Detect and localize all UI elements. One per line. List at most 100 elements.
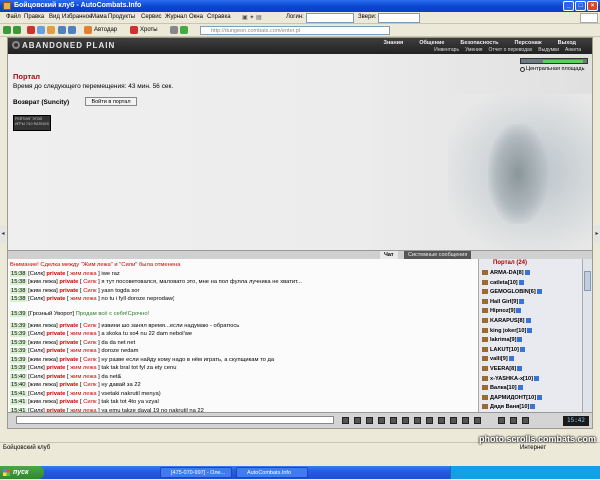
back-icon[interactable] xyxy=(3,26,11,34)
online-user[interactable]: valli[9] xyxy=(482,355,514,363)
task-browser[interactable]: AutoCombats.Info xyxy=(236,467,308,478)
user-name[interactable]: Hipnoz[9] xyxy=(490,308,515,314)
stop-icon[interactable] xyxy=(27,26,35,34)
user-name[interactable]: VEERA[8] xyxy=(490,366,516,372)
info-icon[interactable] xyxy=(516,308,522,314)
info-icon[interactable] xyxy=(527,327,533,333)
menu-edit[interactable]: Правка xyxy=(24,14,44,20)
nav-communication[interactable]: Общение xyxy=(411,39,452,47)
chat-time[interactable]: 15:39 xyxy=(10,356,27,363)
info-icon[interactable] xyxy=(534,375,540,381)
subnav-findings[interactable]: Выдумки xyxy=(535,47,562,53)
menu-products[interactable]: Продукты xyxy=(108,14,135,20)
menu-service[interactable]: Сервис xyxy=(141,14,162,20)
info-icon[interactable] xyxy=(517,385,523,391)
minimize-button[interactable]: _ xyxy=(563,1,574,11)
chat-sender[interactable]: [Силк] xyxy=(28,348,45,354)
print-icon[interactable] xyxy=(58,26,66,34)
chat-recipient[interactable]: Силк xyxy=(83,279,96,285)
chat-time[interactable]: 15:39 xyxy=(10,339,27,346)
online-user[interactable]: KARAPUS[8] xyxy=(482,317,531,325)
chat-time[interactable]: 15:40 xyxy=(10,382,27,388)
bookmarks-button[interactable]: Хроты xyxy=(140,27,158,33)
menu-file[interactable]: Файл xyxy=(6,14,21,20)
subnav-skills[interactable]: Умения xyxy=(462,47,485,53)
forward-icon[interactable] xyxy=(13,26,21,34)
enter-portal-button[interactable]: Войти в портал xyxy=(85,97,137,106)
chat-time[interactable]: 15:39 xyxy=(10,365,27,371)
online-user[interactable]: ARMA-DA[8] xyxy=(482,269,530,277)
chat-sender[interactable]: [Силк] xyxy=(28,271,45,277)
info-icon[interactable] xyxy=(517,337,523,343)
menu-mama[interactable]: Мама xyxy=(91,14,107,20)
online-user[interactable]: Дядя Ваня[10] xyxy=(482,403,536,411)
autofill-icon[interactable] xyxy=(84,26,92,34)
online-sort-icon[interactable] xyxy=(510,417,517,424)
task-icq[interactable]: [475-070-997] - Оле... xyxy=(160,467,232,478)
info-icon[interactable] xyxy=(519,298,525,304)
online-user[interactable]: catleta[10] xyxy=(482,279,524,287)
smile-icon[interactable] xyxy=(366,417,373,424)
nav-character[interactable]: Персонаж xyxy=(507,39,550,47)
info-icon[interactable] xyxy=(524,270,530,276)
clan-icon[interactable] xyxy=(438,417,445,424)
maximize-button[interactable]: □ xyxy=(575,1,586,11)
chat-recipient[interactable]: Силк xyxy=(83,399,96,405)
info-icon[interactable] xyxy=(508,356,514,362)
clear-icon[interactable] xyxy=(354,417,361,424)
chat-sender[interactable]: [жим лежа] xyxy=(28,357,58,363)
info-icon[interactable] xyxy=(537,394,543,400)
nav-exit[interactable]: Выход xyxy=(550,39,584,47)
chat-recipient[interactable]: жим лежа xyxy=(70,331,96,337)
user-name[interactable]: ДАРМИДОНТ[10] xyxy=(490,395,536,401)
chat-recipient[interactable]: Силк xyxy=(83,288,96,294)
translit-icon[interactable] xyxy=(414,417,421,424)
address-bar[interactable]: http://dungeon.combats.com/enter.pl xyxy=(200,26,390,35)
subnav-transfers[interactable]: Отчет о переводах xyxy=(486,47,536,53)
info-icon[interactable] xyxy=(519,346,525,352)
chat-recipient[interactable]: жим лежа xyxy=(70,271,96,277)
rating-badge[interactable]: РЕЙТИНГ ЭТОЙ ИГРЫ 7/10 RATINGS xyxy=(13,115,51,131)
location-link[interactable]: Центральная площадь xyxy=(526,66,584,72)
home-icon[interactable] xyxy=(47,26,55,34)
chat-time[interactable]: 15:38 xyxy=(10,287,27,294)
autodar-button[interactable]: Автодар xyxy=(94,27,117,33)
subnav-profile[interactable]: Анкета xyxy=(562,47,584,53)
chat-recipient[interactable]: жим лежа xyxy=(70,374,96,380)
online-filter-icon[interactable] xyxy=(522,417,529,424)
user-name[interactable]: catleta[10] xyxy=(490,280,518,286)
chat-recipient[interactable]: жим лежа xyxy=(70,296,96,302)
collapse-right-icon[interactable]: ▸ xyxy=(594,225,600,243)
friends-icon[interactable] xyxy=(474,417,481,424)
chat-sender[interactable]: [Силк] xyxy=(28,331,45,337)
chat-time[interactable]: 15:38 xyxy=(10,279,27,285)
collapse-left-icon[interactable]: ◂ xyxy=(0,225,6,243)
refresh-chat-icon[interactable] xyxy=(426,417,433,424)
filter-icon[interactable] xyxy=(378,417,385,424)
chat-time[interactable]: 15:41 xyxy=(10,399,27,405)
chat-sender[interactable]: [Силк] xyxy=(28,296,45,302)
chat-sender[interactable]: [жим лежа] xyxy=(28,382,58,388)
chat-recipient[interactable]: Силк xyxy=(83,357,96,363)
chat-sender[interactable]: [Силк] xyxy=(28,374,45,380)
user-name[interactable]: lakrima[9] xyxy=(490,337,516,343)
menu-help[interactable]: Справка xyxy=(207,14,231,20)
chat-time[interactable]: 15:39 xyxy=(10,310,27,317)
minimap-bar[interactable] xyxy=(520,58,588,64)
user-name[interactable]: Hall Girl[9] xyxy=(490,299,518,305)
flag-icon[interactable] xyxy=(130,26,138,34)
settings-icon[interactable] xyxy=(390,417,397,424)
chat-sender[interactable]: [жим лежа] xyxy=(28,399,58,405)
close-button[interactable]: × xyxy=(587,1,598,11)
sound-icon[interactable] xyxy=(402,417,409,424)
chat-time[interactable]: 15:39 xyxy=(10,348,27,354)
online-user[interactable]: LAKUT[10] xyxy=(482,346,525,354)
online-user[interactable]: king joker[10] xyxy=(482,327,533,335)
user-name[interactable]: valli[9] xyxy=(490,356,508,362)
chat-recipient[interactable]: Силк xyxy=(83,382,96,388)
online-user[interactable]: GEMOGLOBIN[6] xyxy=(482,288,542,296)
subnav-inventory[interactable]: Инвентарь xyxy=(431,47,462,53)
info-icon[interactable] xyxy=(525,318,531,324)
online-refresh-icon[interactable] xyxy=(498,417,505,424)
chat-recipient[interactable]: жим лежа xyxy=(70,365,96,371)
